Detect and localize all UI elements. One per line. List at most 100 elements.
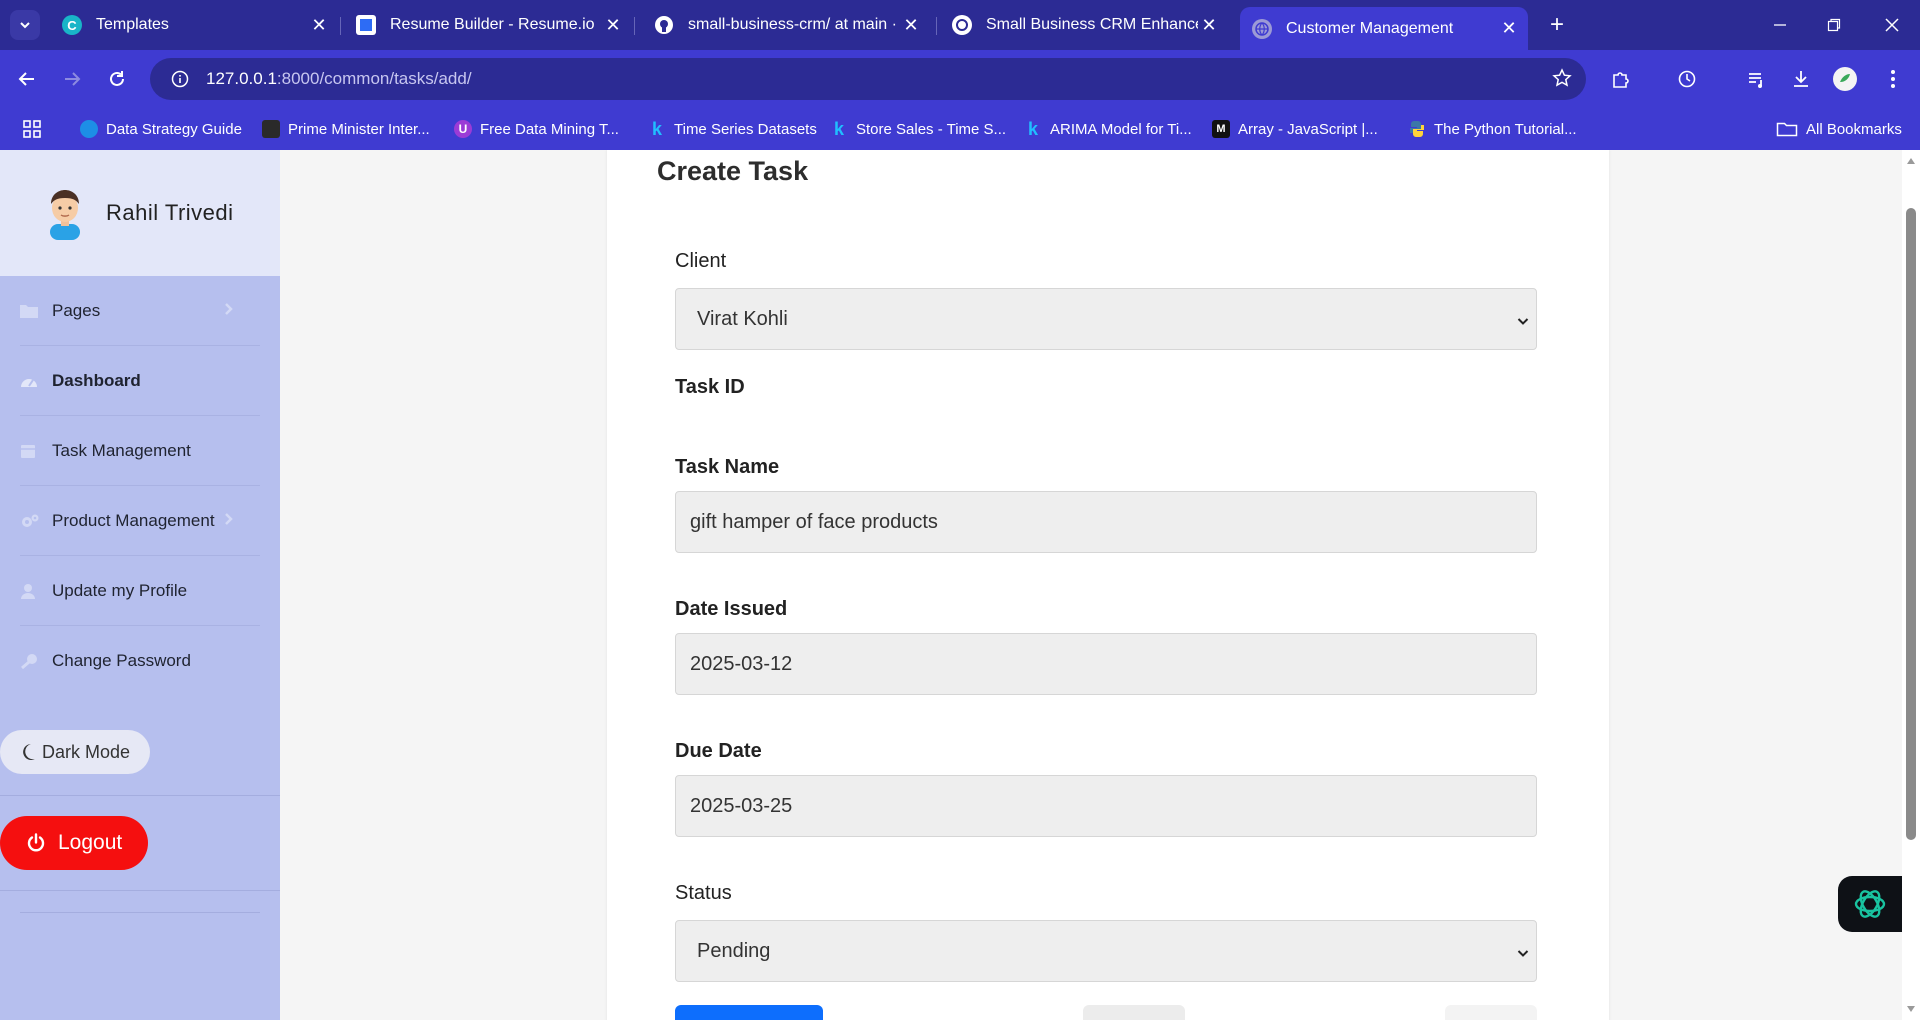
tab-resume-builder[interactable]: Resume Builder - Resume.io ✕ [344,7,632,43]
sidebar-item-update-profile[interactable]: Update my Profile [20,556,260,626]
avatar [44,186,86,240]
sidebar-item-pages[interactable]: Pages [20,276,260,346]
chevron-right-icon [224,301,234,321]
scroll-thumb[interactable] [1906,208,1916,840]
scroll-up-icon[interactable] [1906,156,1916,166]
create-task-card: Create Task Client Virat Kohli Task ID T… [607,150,1609,1020]
mdn-icon: M [1212,120,1230,138]
date-issued-input[interactable]: 2025-03-12 [675,633,1537,695]
chatgpt-assistant-button[interactable] [1838,876,1902,932]
arrow-left-icon [18,72,34,86]
tab-templates[interactable]: C Templates ✕ [50,7,338,43]
tab-customer-management[interactable]: Customer Management ✕ [1240,7,1528,50]
apps-button[interactable] [22,116,42,142]
logout-button[interactable]: Logout [0,816,148,870]
tertiary-button[interactable] [1445,1005,1537,1020]
tab-separator [634,17,635,35]
address-bar[interactable]: 127.0.0.1:8000/common/tasks/add/ [150,58,1586,100]
site-info-icon[interactable] [160,70,200,88]
sidebar-item-label: Dashboard [52,370,141,390]
page-icon [262,120,280,138]
scroll-down-icon[interactable] [1906,1004,1916,1014]
submit-button[interactable] [675,1005,823,1020]
close-icon[interactable]: ✕ [1198,15,1220,36]
gauge-icon [20,374,42,388]
status-select[interactable]: Pending [675,920,1537,982]
sidebar-item-label: Update my Profile [52,580,188,600]
page-scrollbar[interactable] [1902,150,1920,1020]
forward-button[interactable] [55,62,89,96]
divider [0,890,280,891]
tab-small-business-crm[interactable]: Small Business CRM Enhanceme ✕ [940,7,1228,43]
bookmark-item[interactable]: k Store Sales - Time S... [830,116,1006,142]
dark-mode-toggle[interactable]: Dark Mode [0,730,150,774]
openai-icon [952,15,972,35]
extensions-button[interactable] [1604,62,1638,96]
sidebar-item-product-management[interactable]: Product Management [20,486,260,556]
all-bookmarks-button[interactable]: All Bookmarks [1776,116,1902,142]
minimize-icon [1774,24,1786,26]
close-icon[interactable]: ✕ [1498,18,1520,39]
history-icon [1678,70,1696,88]
due-date-input[interactable]: 2025-03-25 [675,775,1537,837]
bookmark-item[interactable]: k ARIMA Model for Ti... [1024,116,1192,142]
sidebar-item-label: Task Management [52,440,191,460]
chevron-down-icon [1516,311,1530,334]
new-tab-button[interactable]: + [1542,10,1572,40]
bookmark-item[interactable]: The Python Tutorial... [1408,116,1577,142]
bookmark-item[interactable]: Prime Minister Inter... [262,116,430,142]
close-icon [1885,18,1899,32]
dark-mode-label: Dark Mode [42,741,131,762]
tab-search-button[interactable] [10,10,40,40]
profile-button[interactable] [1828,62,1862,96]
close-icon[interactable]: ✕ [308,15,330,36]
tab-github[interactable]: small-business-crm/ at main · ra ✕ [642,7,930,43]
downloads-button[interactable] [1784,62,1818,96]
history-button[interactable] [1670,62,1704,96]
media-controls-button[interactable] [1740,62,1774,96]
browser-tab-strip: C Templates ✕ Resume Builder - Resume.io… [0,0,1920,50]
url-path: :8000/common/tasks/add/ [276,69,472,88]
due-date-label: Due Date [675,740,762,762]
client-select[interactable]: Virat Kohli [675,288,1537,350]
restore-icon [1827,18,1841,32]
close-icon[interactable]: ✕ [602,15,624,36]
browser-toolbar: 127.0.0.1:8000/common/tasks/add/ [0,50,1920,108]
url-text: 127.0.0.1:8000/common/tasks/add/ [206,69,472,89]
bookmarks-bar: Data Strategy Guide Prime Minister Inter… [0,108,1920,150]
client-label: Client [675,250,727,272]
back-button[interactable] [10,62,44,96]
bookmark-item[interactable]: Data Strategy Guide [80,116,242,142]
playlist-icon [1749,73,1762,88]
secondary-button[interactable] [1083,1005,1185,1020]
sidebar-item-change-password[interactable]: Change Password [20,626,260,696]
url-host: 127.0.0.1 [206,69,277,88]
reload-button[interactable] [100,62,134,96]
moon-icon [20,743,36,761]
bookmark-item[interactable]: M Array - JavaScript |... [1212,116,1378,142]
task-name-input[interactable]: gift hamper of face products [675,491,1537,553]
user-icon [20,583,42,599]
chevron-right-icon [224,511,234,531]
minimize-button[interactable] [1752,0,1808,50]
close-icon[interactable]: ✕ [900,15,922,36]
browser-menu-button[interactable] [1876,62,1910,96]
folder-icon [1776,122,1798,137]
sidebar-item-task-management[interactable]: Task Management [20,416,260,486]
chevron-down-icon [1516,943,1530,966]
bookmark-item[interactable]: k Time Series Datasets [648,116,817,142]
power-icon [26,833,46,853]
shield-icon: U [454,120,472,138]
calendar-icon [20,443,42,459]
divider [20,912,260,913]
window-close-button[interactable] [1864,0,1920,50]
restore-button[interactable] [1806,0,1862,50]
kaggle-icon: k [651,118,662,139]
date-issued-value: 2025-03-12 [690,652,793,675]
sidebar-item-dashboard[interactable]: Dashboard [20,346,260,416]
canva-icon: C [62,15,82,35]
sidebar-item-label: Product Management [52,510,215,530]
bookmark-star-icon[interactable] [1552,68,1572,93]
bookmark-item[interactable]: U Free Data Mining T... [454,116,619,142]
task-name-value: gift hamper of face products [690,510,938,533]
